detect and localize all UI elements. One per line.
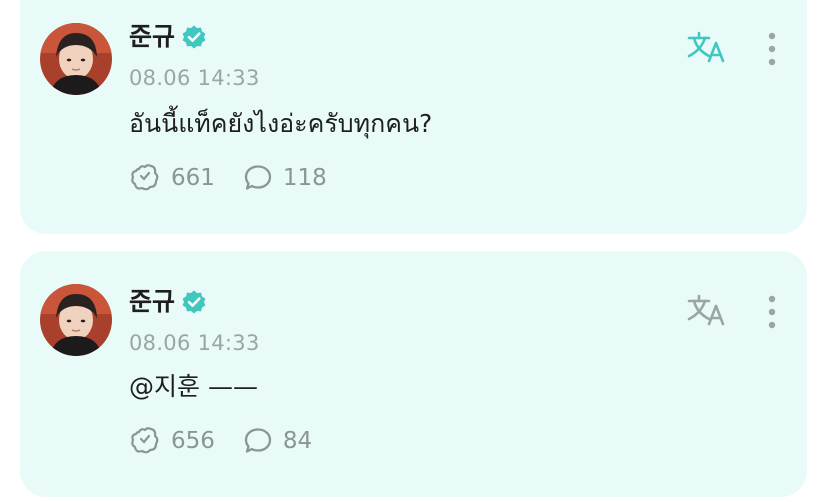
comment-button[interactable]: 118 (243, 163, 327, 193)
reaction-icon (129, 426, 161, 456)
avatar[interactable] (40, 23, 112, 95)
verified-badge-icon (181, 24, 207, 50)
translate-icon[interactable] (685, 30, 727, 64)
post-card[interactable]: 준규 08.06 14:33 อันนี้แท็คยังไงอ่ะครับทุก… (20, 0, 807, 234)
comment-count: 118 (282, 165, 327, 191)
reaction-button[interactable]: 656 (129, 426, 215, 456)
translate-icon[interactable] (685, 293, 727, 327)
reaction-count: 656 (171, 428, 215, 454)
comment-icon (243, 426, 273, 456)
post-timestamp: 08.06 14:33 (129, 66, 260, 90)
more-vertical-icon[interactable] (767, 32, 777, 66)
post-text: อันนี้แท็คยังไงอ่ะครับทุกคน? (129, 109, 433, 138)
author-row: 준규 (129, 287, 207, 317)
comment-button[interactable]: 84 (243, 426, 312, 456)
reaction-button[interactable]: 661 (129, 163, 215, 193)
reaction-icon (129, 163, 161, 193)
reaction-count: 661 (171, 165, 215, 191)
author-name[interactable]: 준규 (129, 287, 175, 317)
post-card[interactable]: 준규 08.06 14:33 @지훈 —— 656 84 (20, 251, 807, 497)
post-actions: 656 84 (129, 426, 340, 456)
feed: 준규 08.06 14:33 อันนี้แท็คยังไงอ่ะครับทุก… (0, 0, 828, 502)
author-row: 준규 (129, 22, 207, 52)
post-timestamp: 08.06 14:33 (129, 331, 260, 355)
post-actions: 661 118 (129, 163, 355, 193)
comment-icon (243, 163, 273, 193)
comment-count: 84 (282, 428, 313, 454)
verified-badge-icon (181, 289, 207, 315)
avatar[interactable] (40, 284, 112, 356)
author-name[interactable]: 준규 (129, 22, 175, 52)
more-vertical-icon[interactable] (767, 295, 777, 329)
post-text: @지훈 —— (129, 372, 258, 401)
